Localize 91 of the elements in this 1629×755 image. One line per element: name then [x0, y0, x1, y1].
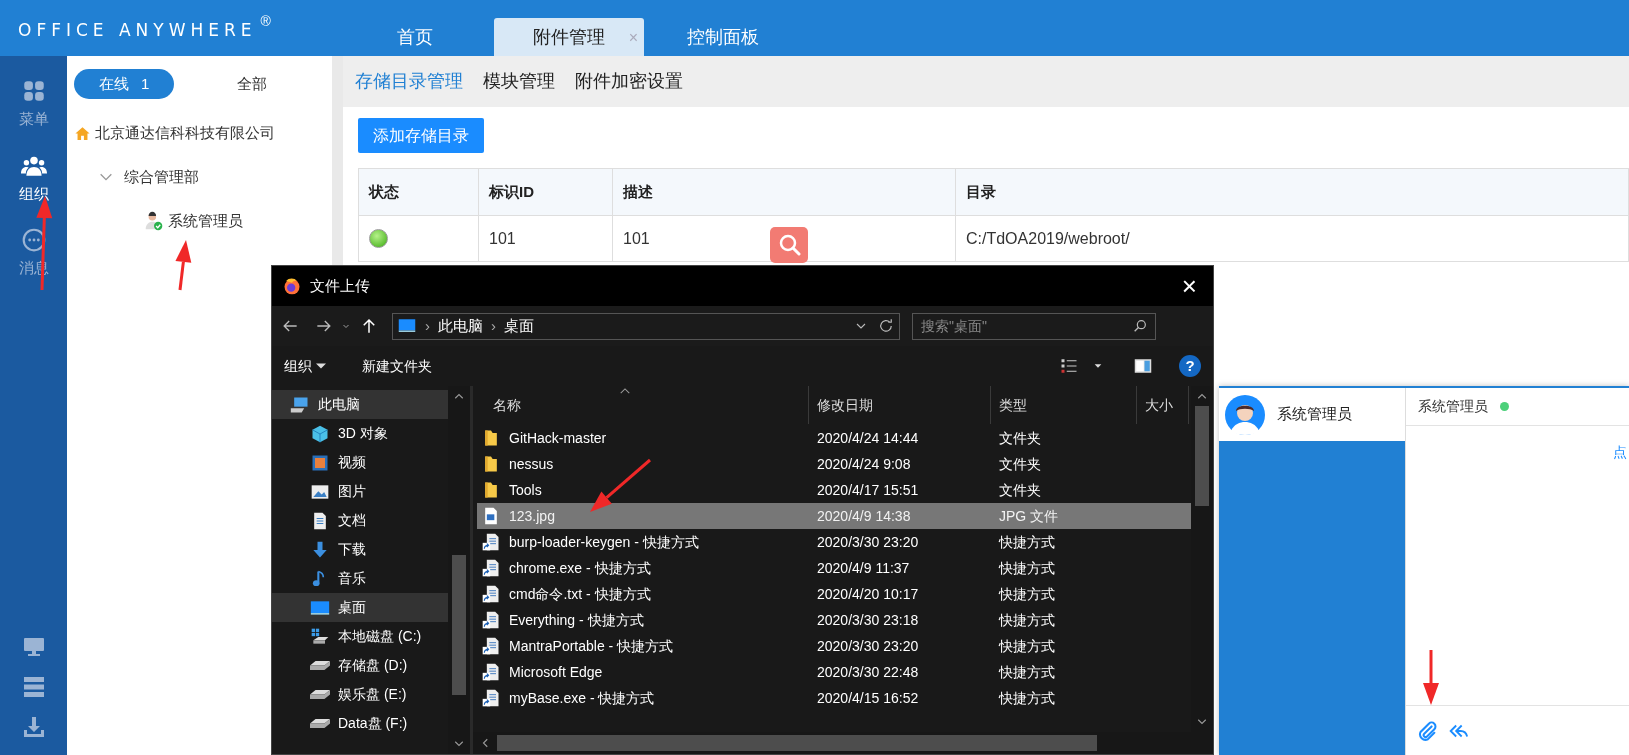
shortcut-icon	[481, 584, 501, 604]
user-online-icon	[144, 211, 164, 231]
shortcut-icon	[481, 610, 501, 630]
shortcut-icon	[481, 532, 501, 552]
tab[interactable]: 控制面板	[648, 18, 798, 56]
up-icon[interactable]	[360, 317, 378, 335]
nav-item[interactable]: 此电脑	[272, 390, 448, 419]
sort-ascending-icon	[619, 387, 631, 395]
column-header[interactable]: 修改日期	[809, 386, 991, 424]
drive-icon	[310, 661, 330, 670]
file-row[interactable]: nessus 2020/4/24 9:08 文件夹	[477, 451, 1191, 477]
paperclip-icon[interactable]	[1416, 719, 1438, 742]
cube-icon	[310, 423, 330, 444]
sub-tab[interactable]: 模块管理	[483, 68, 555, 95]
breadcrumb-separator: ›	[491, 315, 496, 336]
column-header: 描述	[613, 169, 956, 215]
drive-icon	[310, 690, 330, 699]
breadcrumb[interactable]: 此电脑	[438, 314, 483, 338]
browser-icon	[282, 276, 302, 296]
scrollbar-thumb[interactable]	[1195, 406, 1209, 506]
app-logo: OFFICE ANYWHERE	[18, 19, 257, 42]
file-row[interactable]: Everything - 快捷方式 2020/3/30 23:18 快捷方式	[477, 607, 1191, 633]
file-row[interactable]: 123.jpg 2020/4/9 14:38 JPG 文件	[477, 503, 1191, 529]
nav-item[interactable]: 3D 对象	[272, 419, 448, 448]
scrollbar-thumb[interactable]	[452, 555, 466, 695]
sub-tab[interactable]: 附件加密设置	[575, 68, 683, 95]
refresh-icon[interactable]	[877, 317, 895, 335]
tree-item[interactable]: 综合管理部	[124, 165, 199, 189]
column-header[interactable]: 名称	[473, 386, 809, 424]
shortcut-icon	[481, 688, 501, 708]
filter-tab[interactable]: 全部	[202, 69, 302, 99]
tab[interactable]: 附件管理 ×	[494, 18, 644, 56]
search-field[interactable]: 搜索"桌面"	[912, 312, 1156, 340]
contact-item[interactable]: 系统管理员	[1219, 388, 1405, 441]
search-button[interactable]	[770, 227, 808, 263]
server-icon[interactable]	[21, 675, 46, 699]
file-row[interactable]: cmd命令.txt - 快捷方式 2020/4/20 10:17 快捷方式	[477, 581, 1191, 607]
nav-item[interactable]: 下载	[272, 535, 448, 564]
close-button[interactable]: ×	[1181, 273, 1197, 299]
command-button[interactable]: 新建文件夹	[362, 355, 432, 377]
file-row[interactable]: burp-loader-keygen - 快捷方式 2020/3/30 23:20 快捷方式	[477, 529, 1191, 555]
nav-item[interactable]: 本地磁盘 (C:)	[272, 622, 448, 651]
nav-item[interactable]: 图片	[272, 477, 448, 506]
search-icon	[1132, 317, 1148, 334]
column-header[interactable]: 大小	[1137, 386, 1189, 424]
file-row[interactable]: Microsoft Edge 2020/3/30 22:48 快捷方式	[477, 659, 1191, 685]
column-header: 标识ID	[479, 169, 613, 215]
monitor-icon[interactable]	[21, 635, 46, 659]
command-button[interactable]: 组织	[284, 355, 326, 377]
nav-item[interactable]: 文档	[272, 506, 448, 535]
tree-item[interactable]: 系统管理员	[168, 209, 243, 233]
desktop-icon	[397, 317, 417, 335]
table-cell: C:/TdOA2019/webroot/	[956, 216, 1629, 261]
nav-item[interactable]: 桌面	[272, 593, 448, 622]
nav-item[interactable]: 视频	[272, 448, 448, 477]
home-icon	[74, 124, 91, 142]
address-bar[interactable]: › 此电脑 › 桌面	[392, 312, 900, 340]
column-header[interactable]: 类型	[991, 386, 1137, 424]
shortcut-icon	[481, 662, 501, 682]
help-button[interactable]: ?	[1179, 355, 1201, 377]
tab[interactable]: 首页	[340, 18, 490, 56]
scrollbar-thumb[interactable]	[497, 735, 1097, 751]
avatar	[1225, 394, 1265, 435]
registered-mark: ®	[260, 14, 271, 28]
file-row[interactable]: GitHack-master 2020/4/24 14:44 文件夹	[477, 425, 1191, 451]
breadcrumb[interactable]: 桌面	[504, 314, 534, 338]
tree-item[interactable]: 北京通达信科科技有限公司	[95, 121, 275, 145]
download-icon[interactable]	[21, 715, 46, 739]
shortcut-icon	[481, 636, 501, 656]
file-row[interactable]: MantraPortable - 快捷方式 2020/3/30 23:20 快捷方式	[477, 633, 1191, 659]
nav-item[interactable]: 娱乐盘 (E:)	[272, 680, 448, 709]
preview-pane-icon[interactable]	[1133, 357, 1153, 375]
nav-item[interactable]: 存储盘 (D:)	[272, 651, 448, 680]
view-options-icon[interactable]	[1059, 357, 1079, 375]
rail-item[interactable]: 组织	[18, 152, 49, 205]
drive-icon	[310, 719, 330, 728]
dialog-title: 文件上传	[310, 275, 370, 296]
filter-tab[interactable]: 在线 1	[74, 69, 174, 99]
file-row[interactable]: Tools 2020/4/17 15:51 文件夹	[477, 477, 1191, 503]
table-cell: 101	[479, 216, 613, 261]
column-header: 目录	[956, 169, 1629, 215]
chat-title: 系统管理员	[1418, 397, 1488, 416]
sub-tab[interactable]: 存储目录管理	[355, 68, 463, 95]
nav-item[interactable]: 音乐	[272, 564, 448, 593]
nav-item[interactable]: Data盘 (F:)	[272, 709, 448, 738]
file-row[interactable]: chrome.exe - 快捷方式 2020/4/9 11:37 快捷方式	[477, 555, 1191, 581]
column-header: 状态	[359, 169, 479, 215]
file-row[interactable]: myBase.exe - 快捷方式 2020/4/15 16:52 快捷方式	[477, 685, 1191, 711]
shortcut-icon	[481, 558, 501, 578]
breadcrumb-separator: ›	[425, 315, 430, 336]
drive-icon	[310, 626, 330, 647]
